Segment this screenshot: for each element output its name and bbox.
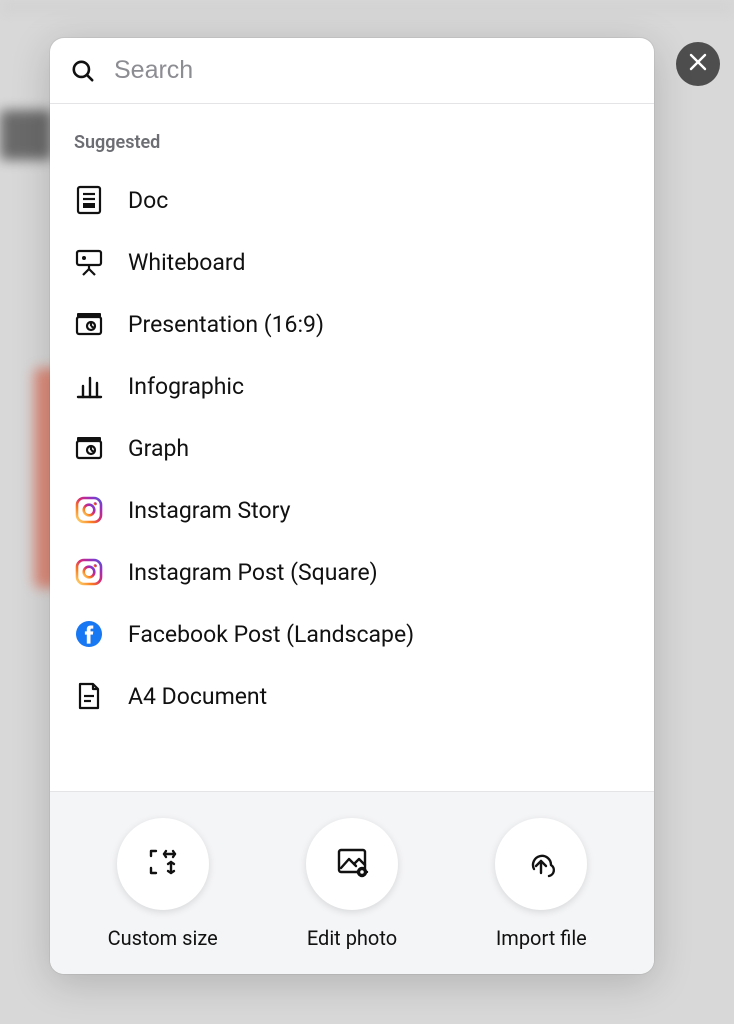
item-instagram-post[interactable]: Instagram Post (Square)	[50, 541, 654, 603]
action-label: Edit photo	[307, 926, 397, 950]
chart-icon	[74, 371, 104, 401]
doc-icon	[74, 185, 104, 215]
action-circle	[117, 818, 209, 910]
action-label: Custom size	[108, 926, 218, 950]
item-label: Facebook Post (Landscape)	[128, 621, 414, 648]
item-label: Infographic	[128, 373, 244, 400]
item-label: Instagram Story	[128, 497, 290, 524]
item-doc[interactable]: Doc	[50, 169, 654, 231]
suggestions-list: Suggested Doc	[50, 104, 654, 791]
item-label: Instagram Post (Square)	[128, 559, 378, 586]
item-graph[interactable]: Graph	[50, 417, 654, 479]
action-circle	[495, 818, 587, 910]
search-input[interactable]	[114, 56, 634, 85]
whiteboard-icon	[74, 247, 104, 277]
item-label: Doc	[128, 187, 168, 214]
item-a4-document[interactable]: A4 Document	[50, 665, 654, 727]
item-infographic[interactable]: Infographic	[50, 355, 654, 417]
item-label: A4 Document	[128, 683, 267, 710]
edit-photo-icon	[332, 842, 372, 887]
item-label: Graph	[128, 435, 189, 462]
import-file-icon	[521, 842, 561, 887]
action-circle	[306, 818, 398, 910]
action-edit-photo[interactable]: Edit photo	[262, 818, 442, 950]
presentation-icon	[74, 309, 104, 339]
instagram-icon	[74, 495, 104, 525]
item-instagram-story[interactable]: Instagram Story	[50, 479, 654, 541]
item-label: Presentation (16:9)	[128, 311, 324, 338]
suggested-heading: Suggested	[50, 132, 654, 169]
item-presentation[interactable]: Presentation (16:9)	[50, 293, 654, 355]
a4-doc-icon	[74, 681, 104, 711]
item-label: Whiteboard	[128, 249, 245, 276]
close-button[interactable]	[676, 42, 720, 86]
footer-actions: Custom size	[50, 791, 654, 974]
instagram-icon	[74, 557, 104, 587]
search-row	[50, 38, 654, 104]
graph-icon	[74, 433, 104, 463]
action-import-file[interactable]: Import file	[451, 818, 631, 950]
item-facebook-post[interactable]: Facebook Post (Landscape)	[50, 603, 654, 665]
facebook-icon	[74, 619, 104, 649]
search-icon	[70, 58, 96, 84]
item-whiteboard[interactable]: Whiteboard	[50, 231, 654, 293]
create-design-dialog: Suggested Doc	[50, 38, 654, 974]
close-icon	[688, 52, 708, 76]
custom-size-icon	[143, 842, 183, 887]
action-label: Import file	[496, 926, 587, 950]
action-custom-size[interactable]: Custom size	[73, 818, 253, 950]
